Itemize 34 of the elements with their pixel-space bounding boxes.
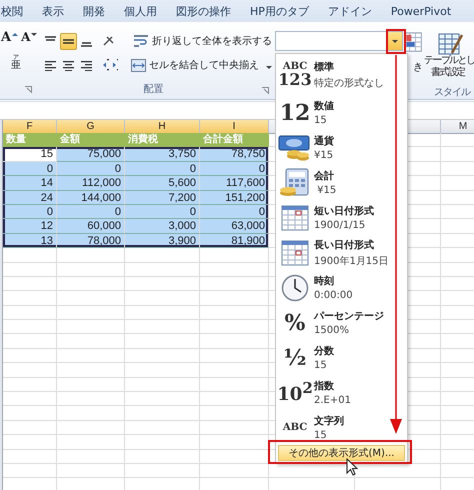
format-sample: 15 <box>314 430 328 441</box>
format-sample: ¥15 <box>316 185 336 196</box>
format-sample: 1500% <box>314 325 350 336</box>
format-sample: 特定の形式なし <box>314 76 384 90</box>
format-name: 会計 <box>314 170 335 183</box>
table-header-cell: 合計金額 <box>200 133 269 148</box>
format-name: 文字列 <box>314 414 344 428</box>
format-sample: ¥15 <box>314 150 334 161</box>
format-name: 時刻 <box>314 274 335 288</box>
group-label: スタイル <box>434 86 470 99</box>
format-name: 標準 <box>314 60 335 74</box>
format-sample: 1900/1/15 <box>314 220 366 231</box>
format-icon: % <box>284 312 306 334</box>
format-icon: ½ <box>284 346 306 368</box>
format-sample: 2.E+01 <box>314 395 351 406</box>
table-header-cell: 金額 <box>57 133 125 148</box>
format-name: 分数 <box>314 344 334 358</box>
format-name: 指数 <box>314 380 335 393</box>
format-sample: 0:00:00 <box>314 290 353 301</box>
format-sample: 15 <box>314 115 328 126</box>
group-label: 配置 <box>144 84 164 95</box>
format-icon: 12 <box>280 102 310 124</box>
format-name: 通貨 <box>314 134 334 148</box>
format-icon: ABC 123 <box>278 62 312 88</box>
format-name: パーセンテージ <box>314 310 384 323</box>
table-header-cell: 消費税 <box>125 133 200 148</box>
format-icon: ABC <box>282 422 308 432</box>
format-sample: 1900年1月15日 <box>314 254 389 268</box>
format-name: 数値 <box>314 100 334 113</box>
format-name: 短い日付形式 <box>314 204 374 218</box>
table-header-cell: 数量 <box>3 133 57 148</box>
format-icon: 10$^{2}$ <box>277 381 313 404</box>
format-sample: 15 <box>314 360 328 371</box>
format-name: 長い日付形式 <box>314 238 375 252</box>
